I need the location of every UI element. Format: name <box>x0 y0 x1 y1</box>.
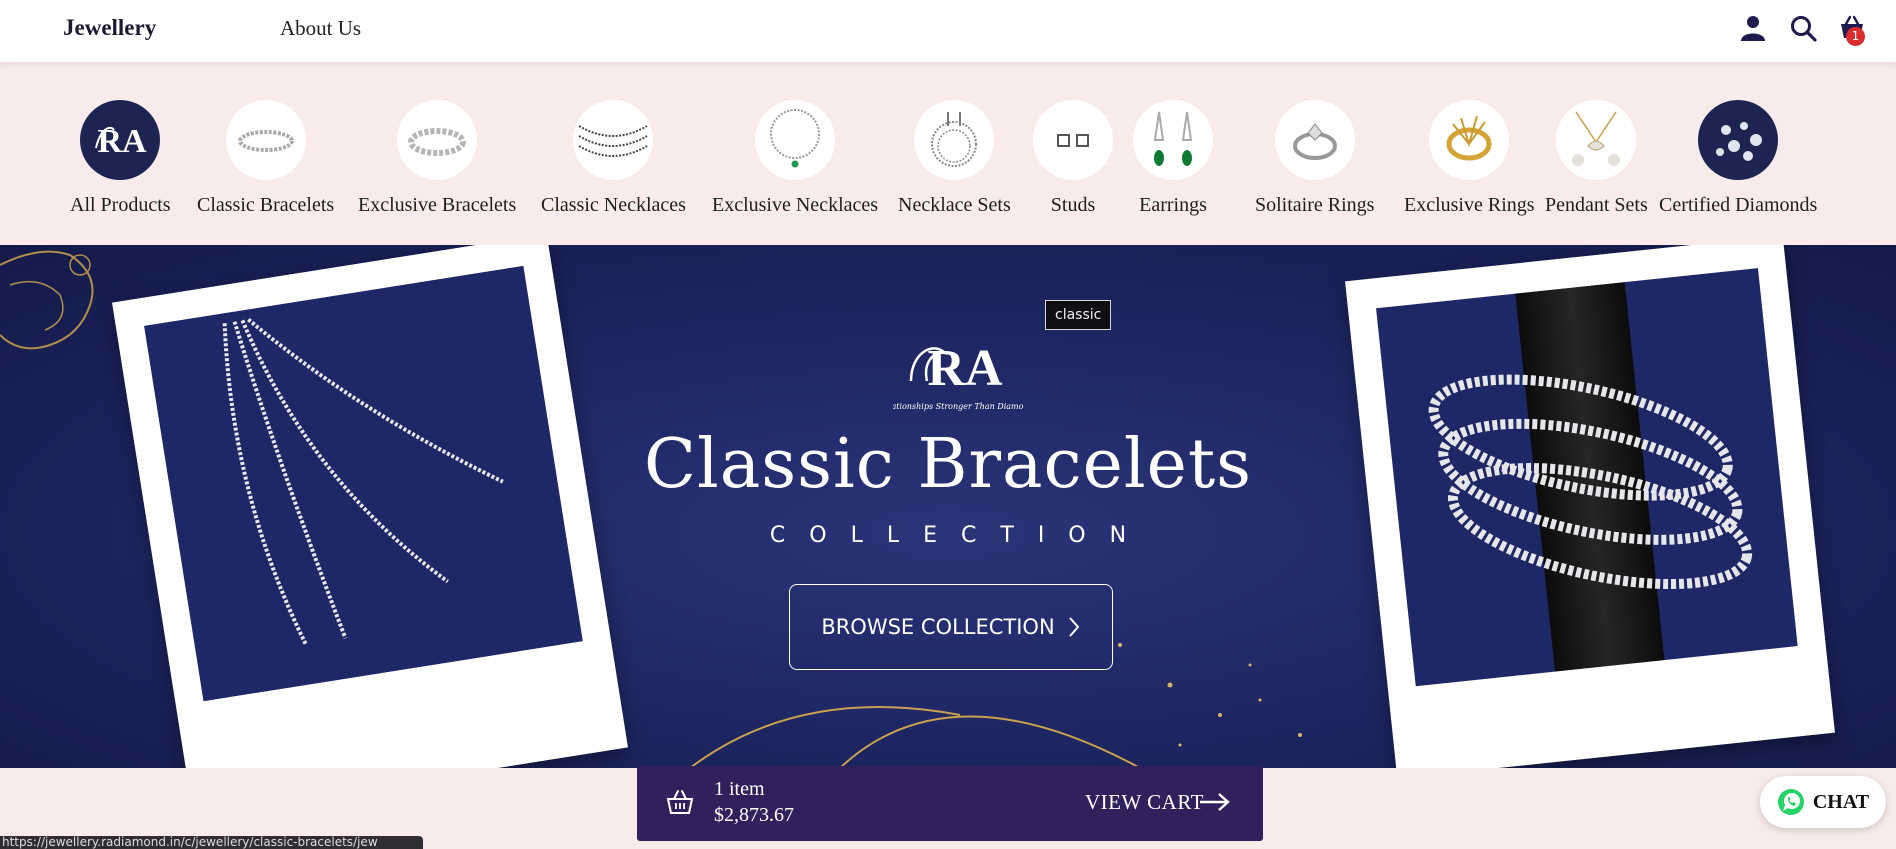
bracelet-photo-left <box>112 245 628 768</box>
bracelet-icon <box>225 100 306 180</box>
brand-logo-text[interactable]: Jewellery <box>63 15 156 41</box>
hero-subtitle: COLLECTION <box>769 523 1151 548</box>
whatsapp-chat-button[interactable]: CHAT <box>1760 776 1886 828</box>
pendant-icon <box>1556 100 1637 180</box>
cart-summary-bar[interactable]: 1 item $2,873.67 VIEW CART <box>637 766 1263 841</box>
ra-logo-icon: RA <box>80 100 161 180</box>
category-exclusive-rings[interactable]: Exclusive Rings <box>1404 100 1535 217</box>
category-earrings[interactable]: Earrings <box>1133 100 1213 217</box>
browse-collection-button[interactable]: BROWSE COLLECTION <box>789 584 1113 670</box>
basket-icon <box>666 790 694 814</box>
category-label: Certified Diamonds <box>1659 194 1818 216</box>
category-label: Classic Necklaces <box>541 194 686 216</box>
category-certified-diamonds[interactable]: Certified Diamonds <box>1659 100 1817 217</box>
category-pendant-sets[interactable]: Pendant Sets <box>1545 100 1648 217</box>
diamonds-icon <box>1698 100 1779 180</box>
category-label: Solitaire Rings <box>1255 194 1375 216</box>
category-label: All Products <box>70 194 171 216</box>
necklace-icon <box>755 100 836 180</box>
status-bar-url: https://jewellery.radiamond.in/c/jewelle… <box>0 836 423 849</box>
category-exclusive-necklaces[interactable]: Exclusive Necklaces <box>712 100 878 217</box>
view-cart-link[interactable]: VIEW CART <box>1085 790 1204 815</box>
hero-title: Classic Bracelets <box>643 425 1253 504</box>
category-all-products[interactable]: RA All Products <box>70 100 171 217</box>
category-necklace-sets[interactable]: Necklace Sets <box>898 100 1011 217</box>
cart-item-count: 1 item <box>714 778 765 800</box>
category-label: Exclusive Rings <box>1404 194 1535 216</box>
earrings-icon <box>1133 100 1213 180</box>
category-label: Classic Bracelets <box>197 194 335 216</box>
category-label: Exclusive Necklaces <box>712 194 879 216</box>
cart-count-badge: 1 <box>1846 27 1865 46</box>
category-tag: classic <box>1045 300 1112 330</box>
category-studs[interactable]: Studs <box>1033 100 1113 217</box>
category-label: Exclusive Bracelets <box>358 194 517 216</box>
chat-label: CHAT <box>1812 790 1870 813</box>
hero-logo-letters: RA <box>927 340 1003 397</box>
category-label: Pendant Sets <box>1545 194 1648 216</box>
ra-logo-icon: RA Relationships Stronger Than Diamonds <box>893 340 1023 411</box>
necklace-icon <box>573 100 654 180</box>
category-label: Necklace Sets <box>898 194 1011 216</box>
nav-about-us[interactable]: About Us <box>280 16 361 41</box>
studs-icon <box>1033 100 1113 180</box>
user-icon[interactable] <box>1739 14 1767 42</box>
top-header: Jewellery About Us 1 <box>0 0 1896 62</box>
hero-banner[interactable]: classic RA Relationships Stronger Than D… <box>0 245 1896 768</box>
cart-total: $2,873.67 <box>714 804 794 826</box>
necklace-set-icon <box>914 100 995 180</box>
ring-icon <box>1429 100 1510 180</box>
category-strip: RA All Products Classic Bracelets Exclus… <box>0 62 1896 245</box>
category-label: Studs <box>1050 194 1096 216</box>
category-solitaire-rings[interactable]: Solitaire Rings <box>1255 100 1374 217</box>
ring-icon <box>1274 100 1355 180</box>
browse-collection-label: BROWSE COLLECTION <box>821 615 1055 639</box>
svg-text:RA: RA <box>98 123 148 160</box>
category-classic-necklaces[interactable]: Classic Necklaces <box>541 100 686 217</box>
hero-logo-tagline: Relationships Stronger Than Diamonds <box>893 402 1023 411</box>
category-classic-bracelets[interactable]: Classic Bracelets <box>197 100 334 217</box>
category-exclusive-bracelets[interactable]: Exclusive Bracelets <box>358 100 516 217</box>
bracelet-photo-right <box>1345 245 1835 768</box>
category-label: Earrings <box>1139 194 1207 216</box>
search-icon[interactable] <box>1789 14 1817 42</box>
arrow-right-icon <box>1200 793 1230 811</box>
bracelet-icon <box>397 100 478 180</box>
chevron-right-icon <box>1068 617 1080 637</box>
whatsapp-icon <box>1777 789 1804 815</box>
